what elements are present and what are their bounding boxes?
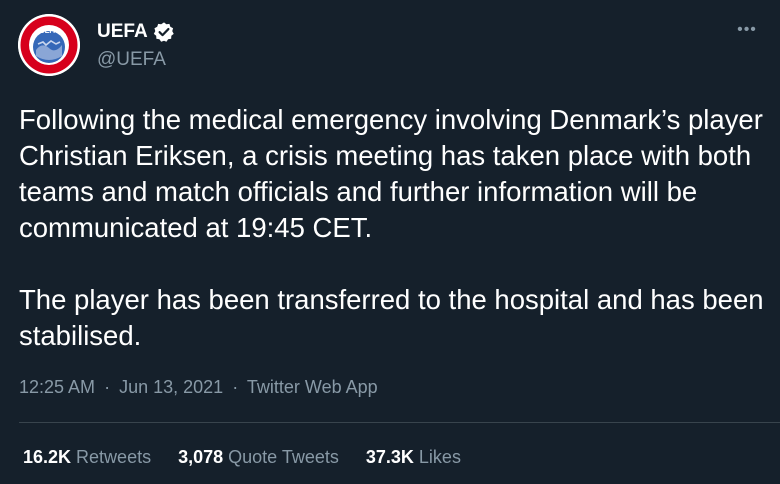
tweet-date[interactable]: Jun 13, 2021 [119,377,223,397]
retweets-stat[interactable]: 16.2K Retweets [23,445,151,469]
quote-tweets-stat[interactable]: 3,078 Quote Tweets [178,445,339,469]
author-handle[interactable]: @UEFA [97,48,175,72]
retweets-label: Retweets [76,447,152,467]
avatar[interactable]: UEFA [18,14,80,76]
meta-separator: · [104,377,111,397]
author-name[interactable]: UEFA [97,20,148,44]
quote-tweets-label: Quote Tweets [228,447,339,467]
verified-badge-icon [153,21,175,43]
likes-stat[interactable]: 37.3K Likes [366,445,461,469]
tweet-source[interactable]: Twitter Web App [247,377,378,397]
more-options-icon[interactable]: ••• [734,20,760,40]
meta-separator: · [232,377,239,397]
likes-count: 37.3K [365,447,414,467]
tweet-stats: 16.2K Retweets 3,078 Quote Tweets 37.3K Lik… [23,445,488,469]
author-block: UEFA @UEFA [97,20,175,72]
tweet: UEFA UEFA @UEFA ••• Following the medica… [0,0,780,484]
uefa-logo-icon: UEFA [18,14,80,76]
tweet-paragraph: The player has been transferred to the h… [19,284,764,351]
likes-label: Likes [418,447,461,467]
tweet-meta: 12:25 AM · Jun 13, 2021 · Twitter Web Ap… [19,375,378,399]
tweet-text: Following the medical emergency involvin… [19,102,764,354]
name-row: UEFA [97,20,175,44]
quote-tweets-count: 3,078 [178,447,224,467]
retweets-count: 16.2K [23,447,72,467]
tweet-time[interactable]: 12:25 AM [19,377,95,397]
tweet-paragraph: Following the medical emergency involvin… [19,104,763,243]
avatar-logo-text: UEFA [40,28,59,35]
divider [19,422,780,423]
